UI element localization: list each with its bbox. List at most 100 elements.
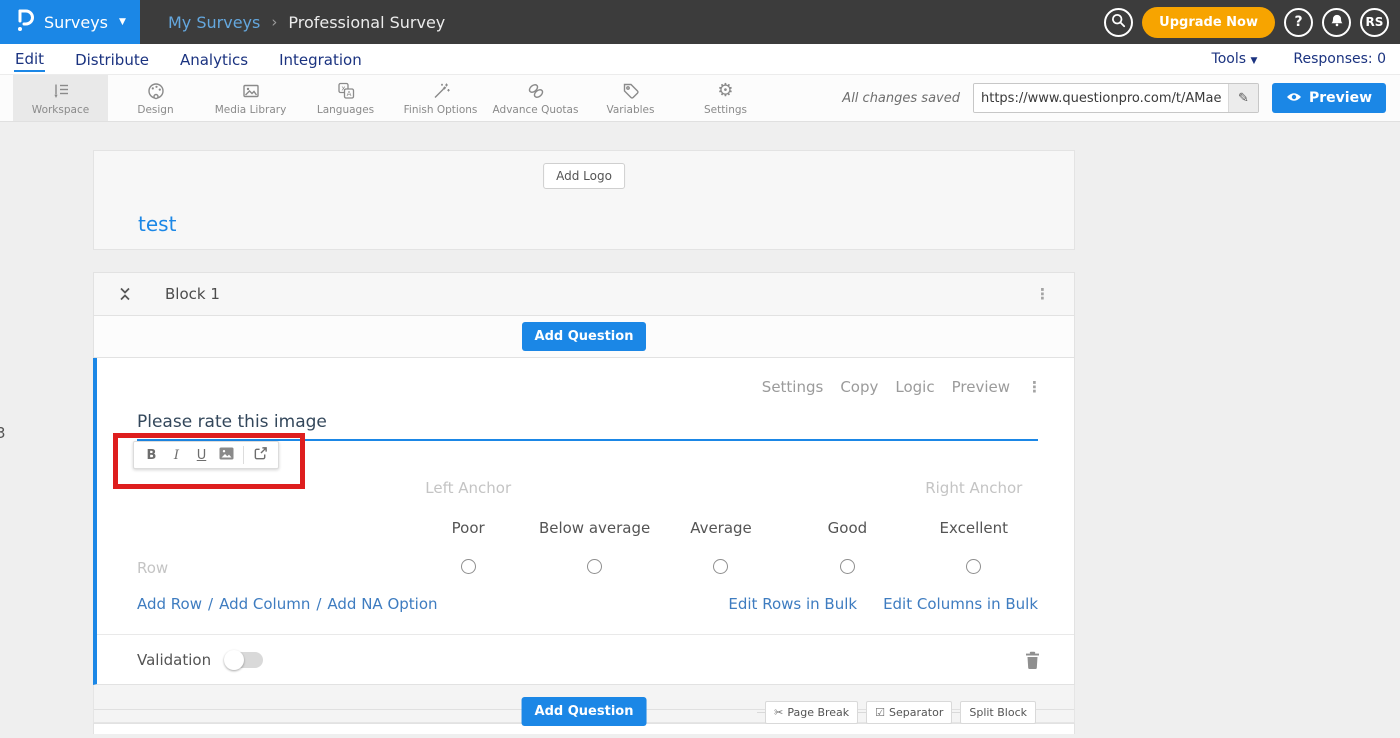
pencil-icon: ✎ [1238,91,1249,106]
add-na-option-link[interactable]: Add NA Option [327,595,437,613]
column-header[interactable]: Poor [405,519,531,537]
chevron-down-icon: ▼ [1250,56,1257,66]
breadcrumb-separator-icon: › [271,13,277,31]
preview-label: Preview [1309,90,1372,106]
toolbar-divider [243,446,244,464]
add-question-button-bottom[interactable]: Add Question [522,697,647,726]
toggle-knob [224,650,244,670]
right-anchor-field[interactable]: Right Anchor [911,479,1037,497]
survey-title[interactable]: test [138,212,176,236]
toolbar-item-label: Advance Quotas [493,104,579,116]
connector-line [757,712,765,713]
upgrade-now-button[interactable]: Upgrade Now [1142,7,1275,38]
toolbar-item-label: Media Library [215,104,287,116]
block-footer-buttons: ✂ Page Break ☑ Separator Split Block [757,701,1036,724]
radio-average[interactable] [713,559,728,574]
brand-label: Surveys [44,13,108,32]
question-settings-link[interactable]: Settings [762,378,824,396]
image-icon [241,81,261,102]
radio-below-average[interactable] [587,559,602,574]
preview-button[interactable]: Preview [1272,83,1386,113]
toolbar-item-label: Settings [704,104,747,116]
edit-columns-in-bulk-link[interactable]: Edit Columns in Bulk [883,595,1038,613]
magic-wand-icon [431,81,451,102]
insert-image-button[interactable] [214,444,239,466]
column-header[interactable]: Excellent [911,519,1037,537]
toolbar-item-variables[interactable]: Variables [583,75,678,121]
breadcrumb-my-surveys[interactable]: My Surveys [168,13,260,32]
toolbar-item-finish-options[interactable]: Finish Options [393,75,488,121]
question-preview-link[interactable]: Preview [952,378,1010,396]
separator-button[interactable]: ☑ Separator [866,701,952,724]
tools-menu[interactable]: Tools ▼ [1212,51,1258,67]
svg-text:A: A [346,90,351,98]
toolbar-item-label: Variables [607,104,655,116]
gear-icon: ⚙ [717,81,733,102]
validation-label: Validation [137,651,211,669]
column-header[interactable]: Average [658,519,784,537]
responses-count[interactable]: Responses: 0 [1293,51,1386,67]
toolbar-item-label: Languages [317,104,374,116]
radio-poor[interactable] [461,559,476,574]
toolbar-item-advance-quotas[interactable]: Advance Quotas [488,75,583,121]
add-row-link[interactable]: Add Row [137,595,202,613]
add-question-button[interactable]: Add Question [522,322,647,351]
text-format-toolbar: B I U [133,441,279,469]
delete-question-button[interactable] [1025,651,1040,669]
insert-link-button[interactable] [248,444,273,466]
notifications-button[interactable] [1322,8,1351,37]
radio-excellent[interactable] [966,559,981,574]
chain-link-icon [526,81,546,102]
bold-button[interactable]: B [139,444,164,466]
add-column-link[interactable]: Add Column [219,595,310,613]
split-block-button[interactable]: Split Block [960,701,1036,724]
workspace-canvas: Add Logo test Block 1 ⋮ Add Question Set… [0,122,1400,734]
nav-right: Tools ▼ Responses: 0 [1212,51,1386,67]
toolbar-item-media-library[interactable]: Media Library [203,75,298,121]
edit-rows-in-bulk-link[interactable]: Edit Rows in Bulk [728,595,857,613]
toolbar-item-label: Workspace [32,104,89,116]
eye-icon [1286,90,1302,106]
translate-icon: x A [336,81,356,102]
survey-url-input[interactable] [974,84,1228,112]
toolbar-right: All changes saved ✎ Preview [842,75,1386,121]
question-text[interactable]: Please rate this image [137,412,327,432]
page-break-button[interactable]: ✂ Page Break [765,701,858,724]
brand-menu[interactable]: Surveys ▼ [0,0,140,44]
trash-icon [1025,651,1040,669]
column-header[interactable]: Good [784,519,910,537]
collapse-block-icon[interactable] [118,285,132,303]
tab-edit[interactable]: Edit [14,47,45,72]
matrix-links-row: Add Row / Add Column / Add NA Option Edi… [137,595,1038,613]
italic-button[interactable]: I [164,444,189,466]
question-logic-link[interactable]: Logic [895,378,934,396]
avatar-initials: RS [1366,15,1384,29]
tab-distribute[interactable]: Distribute [74,48,150,71]
tab-analytics[interactable]: Analytics [179,48,249,71]
edit-url-button[interactable]: ✎ [1228,84,1258,112]
topbar-actions: Upgrade Now ? RS [1104,7,1400,38]
question-mark-icon: ? [1294,14,1302,30]
column-header-row: Poor Below average Average Good Excellen… [405,519,1037,537]
search-button[interactable] [1104,8,1133,37]
add-logo-button[interactable]: Add Logo [543,163,625,189]
help-button[interactable]: ? [1284,8,1313,37]
toolbar-item-workspace[interactable]: Workspace [13,75,108,121]
toolbar-item-settings[interactable]: ⚙ Settings [678,75,773,121]
toolbar-item-design[interactable]: Design [108,75,203,121]
avatar[interactable]: RS [1360,8,1389,37]
anchor-row: Left Anchor Right Anchor [405,479,1037,497]
question-menu-kebab-icon[interactable]: ⋮ [1027,380,1042,395]
column-header[interactable]: Below average [531,519,657,537]
left-anchor-field[interactable]: Left Anchor [405,479,531,497]
toolbar-item-languages[interactable]: x A Languages [298,75,393,121]
save-status: All changes saved [842,91,960,106]
underline-button[interactable]: U [189,444,214,466]
row-label-field[interactable]: Row [137,559,168,577]
tab-integration[interactable]: Integration [278,48,363,71]
block-menu-kebab-icon[interactable]: ⋮ [1035,287,1050,302]
block-title[interactable]: Block 1 [165,285,220,303]
validation-toggle[interactable] [225,652,263,668]
radio-good[interactable] [840,559,855,574]
question-copy-link[interactable]: Copy [840,378,878,396]
